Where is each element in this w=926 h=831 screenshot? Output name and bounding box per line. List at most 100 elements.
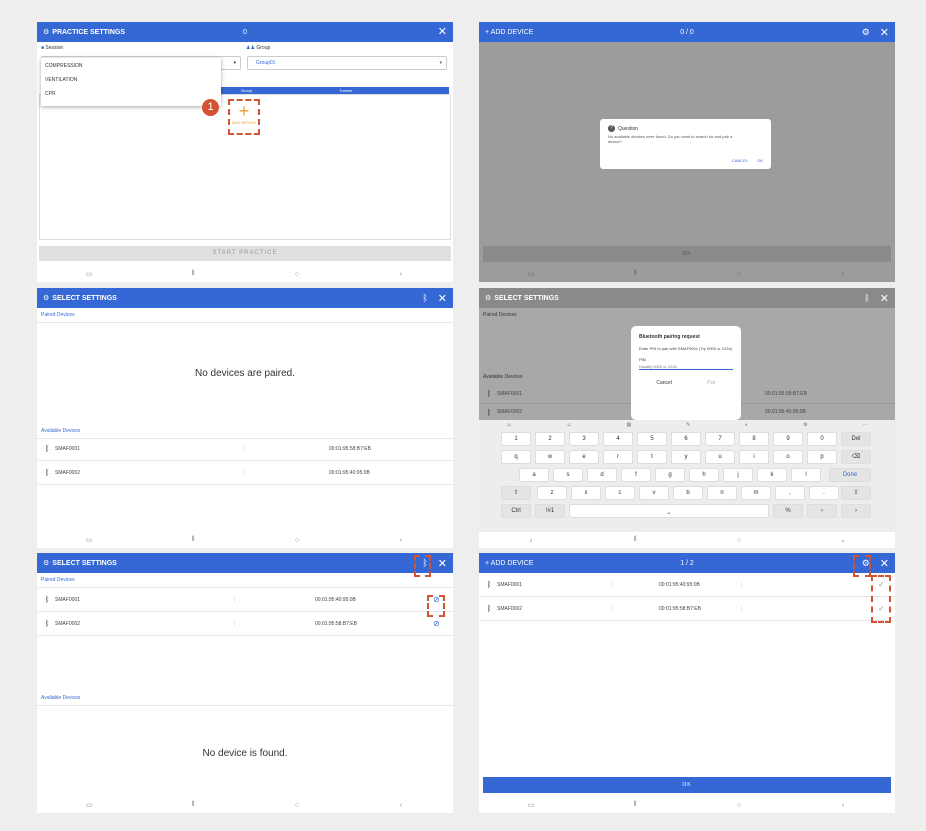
key-1[interactable]: 1 — [501, 432, 531, 446]
key-o[interactable]: o — [773, 450, 803, 464]
shift-key-left[interactable]: ⇧ — [501, 486, 531, 500]
space-key[interactable]: ⎵ — [569, 504, 769, 518]
close-icon[interactable]: ✕ — [880, 26, 889, 39]
pair-button[interactable]: Pair — [707, 380, 716, 386]
key-q[interactable]: q — [501, 450, 531, 464]
key-3[interactable]: 3 — [569, 432, 599, 446]
key-x[interactable]: x — [571, 486, 601, 500]
home-icon[interactable]: ○ — [277, 537, 317, 544]
recent-apps-icon[interactable]: ⦀ — [173, 270, 213, 278]
key-v[interactable]: v — [639, 486, 669, 500]
microphone-icon[interactable]: ♪ — [511, 537, 551, 544]
home-icon[interactable]: ○ — [719, 271, 759, 278]
done-key[interactable]: Done — [829, 468, 871, 482]
key-6[interactable]: 6 — [671, 432, 701, 446]
sticker-icon[interactable]: ☺ — [566, 422, 571, 428]
emoji-icon[interactable]: ☺ — [506, 422, 511, 428]
more-icon[interactable]: ··· — [862, 422, 867, 428]
keyboard-icon[interactable]: ▭ — [69, 270, 109, 278]
device-row[interactable]: ᛒ SMAF0002 | 00:01:95:58:B7:EB | ✓ — [479, 597, 895, 621]
key-m[interactable]: m — [741, 486, 771, 500]
key-d[interactable]: d — [587, 468, 617, 482]
key-g[interactable]: g — [655, 468, 685, 482]
keyboard-icon[interactable]: ▭ — [511, 801, 551, 809]
key-j[interactable]: j — [723, 468, 753, 482]
key-a[interactable]: a — [519, 468, 549, 482]
recent-apps-icon[interactable]: ⦀ — [173, 536, 213, 544]
recent-apps-icon[interactable]: ⦀ — [615, 801, 655, 809]
device-row[interactable]: ᛒ SMAF0001 | 00:01:95:40:95:0B ⊘ — [37, 588, 453, 612]
back-icon[interactable]: ‹ — [381, 802, 421, 809]
bluetooth-icon[interactable]: ᛒ — [422, 293, 427, 303]
key-b[interactable]: b — [673, 486, 703, 500]
key-y[interactable]: y — [671, 450, 701, 464]
back-icon[interactable]: ‹ — [823, 271, 863, 278]
key-f[interactable]: f — [621, 468, 651, 482]
ok-button[interactable]: OK — [483, 777, 891, 793]
back-icon[interactable]: ‹ — [381, 271, 421, 278]
key-5[interactable]: 5 — [637, 432, 667, 446]
key-s[interactable]: s — [553, 468, 583, 482]
settings-icon[interactable]: ⚙ — [803, 422, 807, 428]
cursor-left-key[interactable]: ‹ — [807, 504, 837, 518]
close-icon[interactable]: ✕ — [438, 292, 447, 305]
key-7[interactable]: 7 — [705, 432, 735, 446]
key-k[interactable]: k — [757, 468, 787, 482]
ok-button[interactable]: OK — [757, 158, 763, 163]
voice-icon[interactable]: ◐ — [745, 422, 748, 428]
close-icon[interactable]: ✕ — [880, 557, 889, 570]
cancel-button[interactable]: Cancel — [656, 380, 672, 386]
device-row[interactable]: ᛒ SMAF0001 | 00:01:95:58:B7:EB — [37, 437, 453, 461]
home-icon[interactable]: ○ — [277, 802, 317, 809]
recent-apps-icon[interactable]: ⦀ — [173, 801, 213, 809]
key-e[interactable]: e — [569, 450, 599, 464]
back-icon[interactable]: ‹ — [823, 802, 863, 809]
device-row[interactable]: ᛒ SMAF0001 | 00:01:95:40:95:0B | ✓ — [479, 573, 895, 597]
key-w[interactable]: w — [535, 450, 565, 464]
unpair-icon[interactable]: ⊘ — [433, 619, 440, 628]
pin-input[interactable] — [639, 364, 733, 370]
device-row[interactable]: ᛒ SMAF0002 | 00:01:95:58:B7:EB ⊘ — [37, 612, 453, 636]
keyboard-icon[interactable]: ▭ — [511, 270, 551, 278]
key-t[interactable]: t — [637, 450, 667, 464]
menu-item-compression[interactable]: COMPRESSION — [41, 58, 221, 73]
key-n[interactable]: n — [707, 486, 737, 500]
key-9[interactable]: 9 — [773, 432, 803, 446]
key-2[interactable]: 2 — [535, 432, 565, 446]
home-icon[interactable]: ○ — [277, 271, 317, 278]
bluetooth-icon[interactable]: ᛒ — [864, 293, 869, 303]
key-z[interactable]: z — [537, 486, 567, 500]
close-icon[interactable]: ✕ — [880, 292, 889, 305]
home-icon[interactable]: ○ — [719, 802, 759, 809]
home-icon[interactable]: ○ — [719, 537, 759, 544]
shift-key-right[interactable]: ⇧ — [841, 486, 871, 500]
key-0[interactable]: 0 — [807, 432, 837, 446]
ok-bar[interactable]: OK — [483, 246, 891, 262]
hide-keyboard-icon[interactable]: ⌄ — [823, 536, 863, 544]
menu-item-ventilation[interactable]: VENTILATION — [41, 73, 221, 87]
add-device-button[interactable]: + ADD DEVICE — [228, 99, 260, 135]
key-4[interactable]: 4 — [603, 432, 633, 446]
keyboard-icon[interactable]: ▭ — [69, 536, 109, 544]
symbols-key[interactable]: !#1 — [535, 504, 565, 518]
clipboard-icon[interactable]: ▤ — [626, 422, 631, 428]
key-c[interactable]: c — [605, 486, 635, 500]
close-icon[interactable]: ✕ — [438, 26, 447, 38]
device-row[interactable]: ᛒ SMAF0002 | 00:01:95:40:95:0B — [37, 461, 453, 485]
backspace-key[interactable]: ⌫ — [841, 450, 871, 464]
key-i[interactable]: i — [739, 450, 769, 464]
key-l[interactable]: l — [791, 468, 821, 482]
close-icon[interactable]: ✕ — [438, 557, 447, 570]
key-r[interactable]: r — [603, 450, 633, 464]
key-u[interactable]: u — [705, 450, 735, 464]
percent-key[interactable]: % — [773, 504, 803, 518]
key-h[interactable]: h — [689, 468, 719, 482]
group-select[interactable]: Group01 ▾ — [247, 56, 447, 70]
keyboard-icon[interactable]: ▭ — [69, 801, 109, 809]
key-8[interactable]: 8 — [739, 432, 769, 446]
delete-key[interactable]: Del — [841, 432, 871, 446]
ctrl-key[interactable]: Ctrl — [501, 504, 531, 518]
recent-apps-icon[interactable]: ⦀ — [615, 536, 655, 544]
gear-icon[interactable]: ⚙ — [862, 27, 870, 38]
key-p[interactable]: p — [807, 450, 837, 464]
